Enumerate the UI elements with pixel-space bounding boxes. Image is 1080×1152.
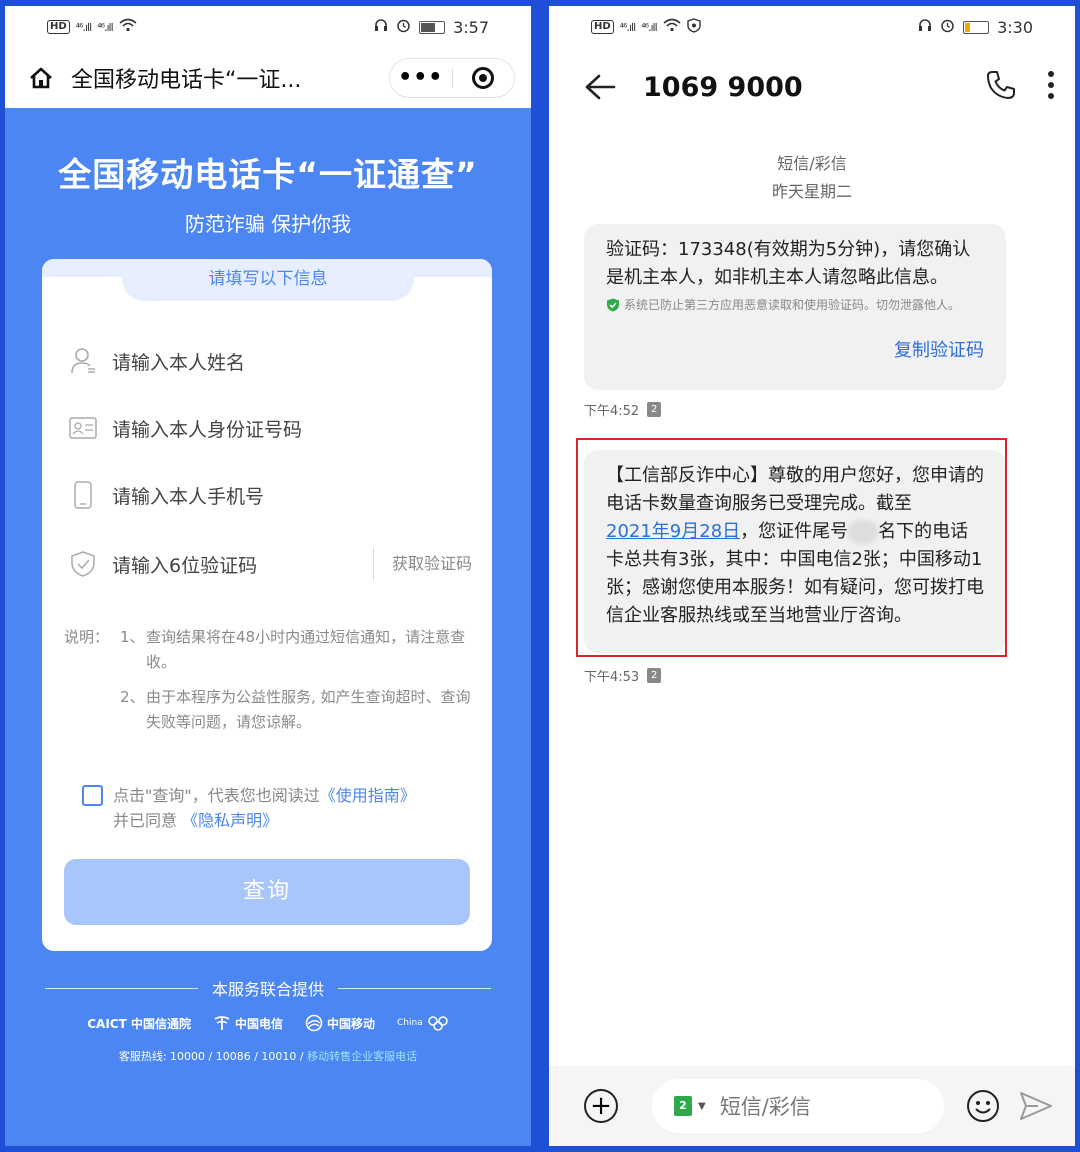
mini-program-nav: 全国移动电话卡“一证... ••• [5,48,531,108]
sim-badge: 2 [647,668,662,683]
user-icon [68,346,98,376]
get-code-button[interactable]: 获取验证码 [372,547,472,581]
code-input[interactable]: 请输入6位验证码 [112,551,373,578]
provided-by: 本服务联合提供 [45,976,492,1000]
id-input[interactable]: 请输入本人身份证号码 [112,415,472,442]
hotline: 客服热线: 10000 / 10086 / 10010 / 移动转售企业客服电话 [5,1048,531,1064]
note-text: 由于本程序为公益性服务, 如产生查询超时、查询失败等问题，请您谅解。 [146,688,471,731]
capsule-menu: ••• [389,58,515,98]
hero-title: 全国移动电话卡“一证通查” [58,155,478,194]
more-dots-icon: ••• [398,65,444,90]
message-type: 短信/彩信 [777,154,847,173]
sms-screen: HD ⁴⁶.ıll ⁴⁶.ıll 3:30 1069 9000 短信/彩信 昨天… [549,6,1075,1146]
china-mobile-logo: 中国移动 [305,1014,375,1032]
close-button[interactable] [453,59,515,97]
hero-subtitle: 防范诈骗 保护你我 [184,212,352,236]
alarm-icon [940,18,955,37]
status-time: 3:30 [997,17,1033,37]
page-title: 全国移动电话卡“一证... [71,68,302,93]
security-shield-icon [606,298,620,312]
headset-icon [374,18,388,36]
battery-icon [419,20,446,34]
headset-icon [918,18,932,36]
message-placeholder: 短信/彩信 [719,1095,811,1119]
note-number: 2、 [120,688,145,706]
hotline-text: 客服热线: 10000 / 10086 / 10010 / [118,1050,304,1063]
privacy-link[interactable]: 《隐私声明》 [182,811,278,830]
signal-icon-2: ⁴⁶.ıll [97,20,114,34]
china-unicom-logo: China [397,1015,449,1031]
guide-link[interactable]: 《使用指南》 [320,786,416,805]
caict-logo: CAICT 中国信通院 [87,1016,191,1031]
shield-check-icon [68,549,98,579]
id-card-icon [68,413,98,443]
conversation-header: 1069 9000 [549,48,1075,126]
partner-logos: CAICT 中国信通院 中国电信 中国移动 China [5,1014,531,1032]
agree-checkbox[interactable] [82,785,103,806]
message-time: 下午4:53 2 [584,666,662,685]
hero-area: 全国移动电话卡“一证通查” 防范诈骗 保护你我 请填写以下信息 请输入本人姓名 … [5,108,531,1146]
message-time: 下午4:52 2 [584,400,662,419]
mini-program-screen: HD ⁴⁶.ıll ⁴⁶.ıll 3:57 全国移动电话卡“一证... ••• [5,6,531,1146]
china-telecom-logo: 中国电信 [213,1015,283,1032]
mobile-icon [68,480,98,510]
send-icon[interactable] [1018,1089,1054,1123]
form-card: 请填写以下信息 请输入本人姓名 请输入本人身份证号码 请输入本人手机号 请输入6… [42,259,492,951]
id-field[interactable]: 请输入本人身份证号码 [68,408,472,448]
back-arrow-icon[interactable] [583,70,617,104]
sim-icon: 2 [674,1096,692,1116]
status-time: 3:57 [453,17,489,37]
signal-icon: ⁴⁶.ıll [619,20,637,34]
copy-code-button[interactable]: 复制验证码 [606,337,984,365]
sim-badge: 2 [647,402,662,417]
name-input[interactable]: 请输入本人姓名 [112,348,472,375]
phone-field[interactable]: 请输入本人手机号 [68,475,472,515]
security-note: 系统已防止第三方应用恶意读取和使用验证码。切勿泄露他人。 [624,298,961,312]
sim-selector[interactable]: 2 ▼ [674,1096,706,1116]
add-attachment-icon[interactable]: + [584,1089,618,1123]
note-number: 1、 [120,628,145,646]
agreement: 点击"查询"，代表您也阅读过《使用指南》 并已同意 《隐私声明》 [82,783,416,833]
message-text: 验证码：173348(有效期为5分钟)，请您确认是机主本人，如非机主本人请忽略此… [606,239,971,288]
hd-icon: HD [47,20,70,34]
status-bar: HD ⁴⁶.ıll ⁴⁶.ıll 3:30 [549,6,1075,48]
more-button[interactable]: ••• [390,59,452,97]
signal-icon-2: ⁴⁶.ıll [641,20,658,34]
note-text: 查询结果将在48小时内通过短信通知，请注意查收。 [146,628,466,671]
hd-icon: HD [591,20,614,34]
agree-text-2: 并已同意 [113,811,178,830]
home-icon[interactable] [25,62,57,94]
highlight-box [576,438,1007,657]
message-bubble-code[interactable]: 验证码：173348(有效期为5分钟)，请您确认是机主本人，如非机主本人请忽略此… [584,224,1006,390]
phone-input[interactable]: 请输入本人手机号 [112,482,472,509]
emoji-icon[interactable] [966,1089,1000,1123]
provided-text: 本服务联合提供 [212,980,325,999]
wifi-icon [663,18,681,36]
chevron-down-icon: ▼ [698,1100,706,1112]
wifi-icon [119,18,137,36]
phone-call-icon[interactable] [985,69,1017,105]
message-date: 昨天星期二 [771,182,852,201]
battery-icon [963,20,990,34]
agree-text: 点击"查询"，代表您也阅读过 [113,786,320,805]
hotline-link[interactable]: 移动转售企业客服电话 [307,1050,417,1063]
compose-bar: + 2 ▼ 短信/彩信 [549,1066,1075,1146]
status-bar: HD ⁴⁶.ıll ⁴⁶.ıll 3:57 [5,6,531,48]
notes: 说明： 1、 查询结果将在48小时内通过短信通知，请注意查收。 2、 由于本程序… [64,625,472,735]
shield-status-icon [686,17,701,37]
form-tab: 请填写以下信息 [122,259,414,301]
more-vertical-icon[interactable] [1047,70,1055,104]
close-target-icon [472,67,495,89]
alarm-icon [396,18,411,37]
code-field[interactable]: 请输入6位验证码 获取验证码 [68,544,472,584]
name-field[interactable]: 请输入本人姓名 [68,341,472,381]
notes-label: 说明： [64,628,110,646]
message-input[interactable]: 2 ▼ 短信/彩信 [652,1079,944,1133]
contact-number: 1069 9000 [643,71,803,103]
signal-icon: ⁴⁶.ıll [75,20,93,34]
query-button[interactable]: 查询 [64,859,470,925]
conversation-meta: 短信/彩信 昨天星期二 [549,150,1075,206]
